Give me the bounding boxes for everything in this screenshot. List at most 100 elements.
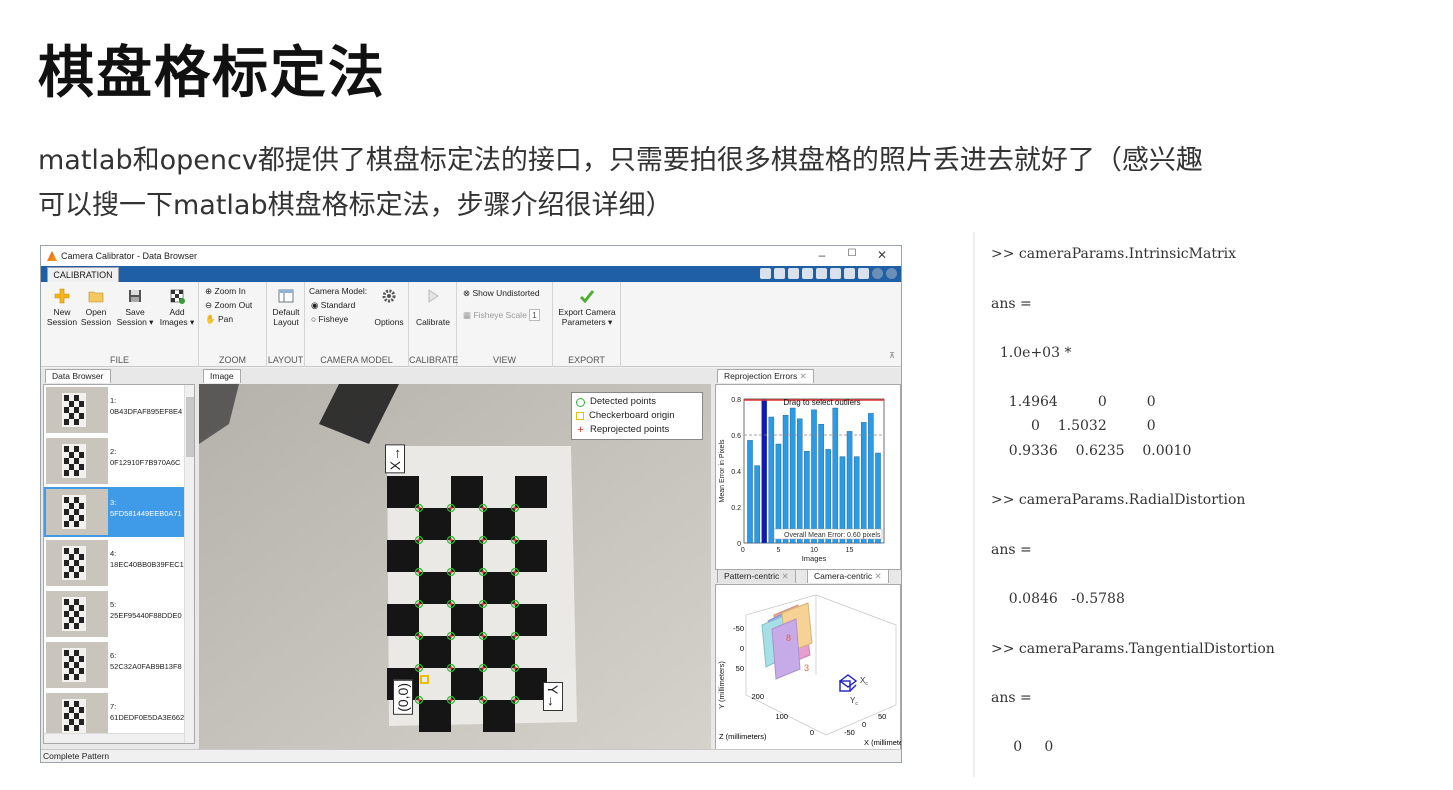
- tab-data-browser[interactable]: Data Browser: [45, 369, 111, 383]
- thumbnail-image: [46, 387, 108, 433]
- origin-label: (0,0): [393, 680, 413, 715]
- camera-icon: [838, 674, 858, 692]
- z-tick: 0: [810, 728, 814, 737]
- calibrate-button[interactable]: Calibrate: [409, 288, 457, 327]
- checker-square: [419, 572, 451, 604]
- legend-detected-points: Detected points: [576, 395, 698, 409]
- fisheye-scale-input[interactable]: 1: [529, 309, 540, 321]
- scrollbar-thumb[interactable]: [186, 397, 194, 457]
- calibrate-group: Calibrate CALIBRATE: [409, 282, 458, 367]
- error-bar: [754, 465, 760, 544]
- checker-square: [515, 476, 547, 508]
- error-bar: [782, 415, 789, 544]
- radio-icon: ○: [311, 314, 317, 324]
- data-browser-list: 1: 0B43DFAF895EF8E4 2: 0F12910F7B970A6C 3: 5F…: [43, 384, 195, 744]
- default-layout-button[interactable]: Default Layout: [267, 288, 305, 327]
- reprojection-errors-panel: Drag to select outliers Overall Mean Erro…: [715, 384, 901, 570]
- list-item[interactable]: 6: 52C32A0FAB9B13F8: [44, 640, 184, 690]
- quick-access-icon[interactable]: [788, 268, 799, 279]
- yellow-square-icon: [576, 412, 584, 420]
- expand-icon[interactable]: [886, 268, 897, 279]
- checkerboard-image-view[interactable]: X→ Y→ (0,0) Detected points Checkerboard…: [199, 384, 711, 762]
- standard-radio[interactable]: ◉ Standard: [311, 300, 355, 311]
- y-tick-label: 0.6: [731, 433, 741, 440]
- ribbon-toolstrip: New Session Open Session Save Session ▾ Add…: [41, 282, 901, 367]
- list-item[interactable]: 3: 5FD581449EEB0A71: [44, 487, 184, 537]
- list-item[interactable]: 1: 0B43DFAF895EF8E4: [44, 385, 184, 435]
- tab-reprojection-errors[interactable]: Reprojection Errors ✕: [717, 369, 814, 383]
- checkerboard-photo: [199, 384, 711, 762]
- camera-calibrator-window: Camera Calibrator - Data Browser – ☐ ✕ C…: [40, 245, 902, 763]
- checker-square: [515, 540, 547, 572]
- error-bar: [861, 422, 867, 544]
- tab-image[interactable]: Image: [203, 369, 241, 383]
- zoom-in-button[interactable]: ⊕ Zoom In: [205, 286, 246, 297]
- tab-calibration[interactable]: CALIBRATION: [47, 267, 119, 283]
- thumbnail-image: [46, 438, 108, 484]
- list-item[interactable]: 4: 18EC40BB0B39FEC1: [44, 538, 184, 588]
- legend-checkerboard-origin: Checkerboard origin: [576, 409, 698, 423]
- show-undistorted-button[interactable]: ⊗ Show Undistorted: [463, 288, 540, 299]
- thumbnail-label: 6: 52C32A0FAB9B13F8: [110, 651, 182, 671]
- open-session-button[interactable]: Open Session: [79, 288, 113, 327]
- checker-square: [483, 572, 515, 604]
- add-images-icon: [170, 289, 185, 304]
- matlab-icon: [47, 251, 57, 261]
- save-session-button[interactable]: Save Session ▾: [115, 288, 155, 327]
- green-circle-icon: [576, 397, 585, 407]
- maximize-button[interactable]: ☐: [837, 248, 867, 259]
- zoom-group: ⊕ Zoom In ⊖ Zoom Out ✋ Pan ZOOM: [199, 282, 267, 367]
- error-bar: [789, 407, 796, 544]
- y-axis-label: Y→: [543, 682, 563, 712]
- collapse-ribbon-icon[interactable]: ⊼: [889, 351, 895, 360]
- matlab-console-output: >> cameraParams.IntrinsicMatrix ans = 1.…: [973, 232, 1413, 777]
- fisheye-scale-control[interactable]: ▦ Fisheye Scale 1: [463, 309, 540, 321]
- thumbnail-label: 5: 25EF95440F88DDE0: [110, 600, 182, 620]
- quick-access-icon[interactable]: [802, 268, 813, 279]
- close-tab-icon[interactable]: ✕: [800, 371, 807, 381]
- add-images-button[interactable]: Add Images ▾: [157, 288, 197, 327]
- x-axis-title: Images: [802, 554, 827, 563]
- y-axis-title: Y (millimeters): [717, 661, 726, 709]
- close-tab-icon[interactable]: ✕: [874, 571, 881, 581]
- window-titlebar[interactable]: Camera Calibrator - Data Browser – ☐ ✕: [41, 246, 901, 266]
- vertical-scrollbar[interactable]: [184, 385, 194, 743]
- export-camera-parameters-button[interactable]: Export Camera Parameters ▾: [553, 288, 621, 327]
- ribbon-tab-strip: CALIBRATION: [41, 266, 901, 283]
- zoom-out-button[interactable]: ⊖ Zoom Out: [205, 300, 252, 311]
- checker-square: [451, 668, 483, 700]
- camera-centric-plot[interactable]: 8 3 Xc Yc Y (millimeters) -50 0 50 200 1…: [716, 585, 902, 763]
- gear-icon: [382, 289, 396, 303]
- save-icon: [129, 290, 141, 302]
- console-line: 1.0e+03 *: [991, 345, 1072, 361]
- horizontal-scrollbar[interactable]: [44, 733, 184, 743]
- layout-group: Default Layout LAYOUT: [267, 282, 305, 367]
- y-axis-title: Mean Error in Pixels: [719, 439, 726, 503]
- reprojection-errors-chart[interactable]: Drag to select outliers Overall Mean Erro…: [716, 385, 902, 571]
- thumbnail-label: 4: 18EC40BB0B39FEC1: [110, 549, 184, 569]
- help-icon[interactable]: [872, 268, 883, 279]
- error-bar: [818, 424, 824, 544]
- close-button[interactable]: ✕: [867, 248, 897, 262]
- fisheye-radio[interactable]: ○ Fisheye: [311, 314, 348, 324]
- tab-camera-centric[interactable]: Camera-centric ✕: [807, 569, 889, 583]
- slide-description: matlab和opencv都提供了棋盘标定法的接口，只需要拍很多棋盘格的照片丢进…: [38, 138, 1398, 228]
- quick-access-icon[interactable]: [774, 268, 785, 279]
- thumbnail-image: [46, 591, 108, 637]
- quick-access-icon[interactable]: [816, 268, 827, 279]
- quick-access-icon[interactable]: [844, 268, 855, 279]
- pan-button[interactable]: ✋ Pan: [205, 314, 233, 325]
- list-item[interactable]: 2: 0F12910F7B970A6C: [44, 436, 184, 486]
- list-item[interactable]: 5: 25EF95440F88DDE0: [44, 589, 184, 639]
- quick-access-icon[interactable]: [858, 268, 869, 279]
- tab-pattern-centric[interactable]: Pattern-centric ✕: [717, 569, 796, 583]
- thumbnail-label: 2: 0F12910F7B970A6C: [110, 447, 181, 467]
- camera-model-group: Camera Model: ◉ Standard ○ Fisheye Optio…: [305, 282, 409, 367]
- quick-access-icon[interactable]: [830, 268, 841, 279]
- quick-access-icon[interactable]: [760, 268, 771, 279]
- close-tab-icon[interactable]: ✕: [782, 571, 789, 581]
- new-session-button[interactable]: New Session: [45, 288, 79, 327]
- options-button[interactable]: Options: [371, 288, 407, 327]
- minimize-button[interactable]: –: [807, 248, 837, 262]
- z-tick: 200: [751, 692, 764, 701]
